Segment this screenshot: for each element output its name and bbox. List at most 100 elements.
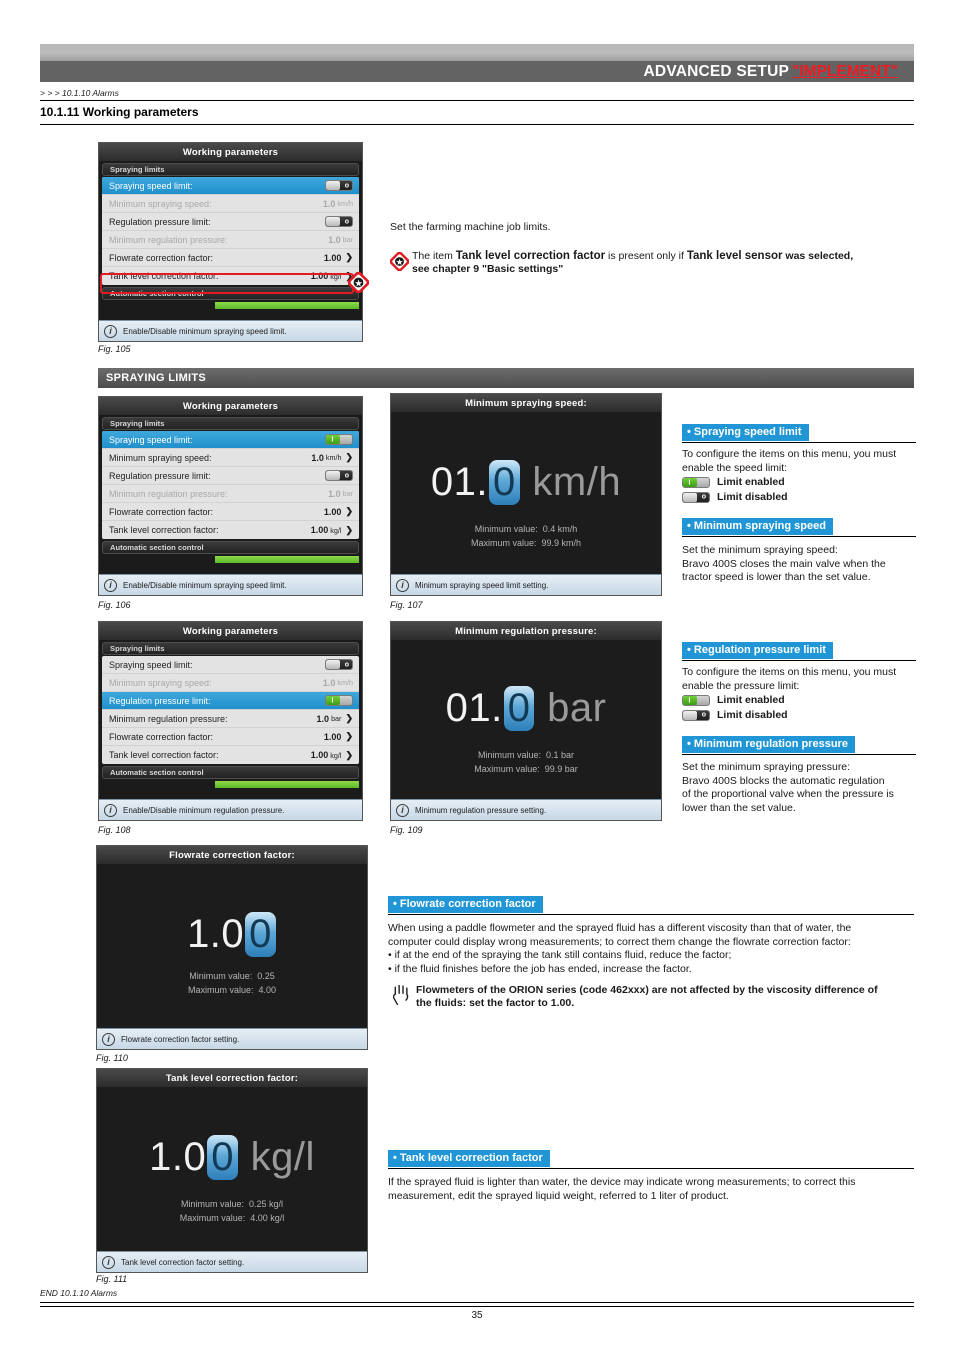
line-1: When using a paddle flowmeter and the sp… <box>388 922 852 934</box>
table-row[interactable]: Tank level correction factor: 1.00 kg/l … <box>102 267 359 285</box>
row-label: Minimum spraying speed: <box>109 198 212 209</box>
chevron-right-icon: ❯ <box>345 452 353 462</box>
value-prefix: 01. <box>445 686 503 730</box>
row-label: Regulation pressure limit: <box>109 216 211 227</box>
fig109-value[interactable]: 01. 0 bar <box>391 686 661 731</box>
table-row[interactable]: Spraying speed limit: I <box>102 431 359 449</box>
fig111-caption: Fig. 111 <box>96 1274 128 1284</box>
chevron-right-icon: ❯ <box>345 749 353 760</box>
edit-cursor[interactable]: 0 <box>245 912 276 957</box>
row-value: 1.0 <box>328 234 341 245</box>
table-row[interactable]: Flowrate correction factor: 1.00 ❯ <box>102 728 359 746</box>
status-badge: • Minimum regulation pressure <box>682 736 855 753</box>
line-1: Set the minimum spraying pressure: <box>682 761 851 773</box>
row-value: 1.0 <box>322 677 336 688</box>
end-note: END 10.1.10 Alarms <box>40 1288 118 1298</box>
fig109-caption: Fig. 109 <box>390 825 423 835</box>
row-unit: kg/l <box>330 525 342 535</box>
minimum-regulation-pressure-text: Set the minimum spraying pressure: Bravo… <box>682 761 924 815</box>
fig106-caption: Fig. 106 <box>98 600 131 610</box>
fig105-info-bar: i Enable/Disable minimum spraying speed … <box>99 320 362 341</box>
breadcrumb: > > > 10.1.10 Alarms <box>40 88 914 101</box>
row-label: Flowrate correction factor: <box>109 506 214 517</box>
toggle-off-icon[interactable]: o <box>325 470 353 481</box>
table-row[interactable]: Regulation pressure limit: I <box>102 692 359 710</box>
note-part-3: was selected, <box>782 250 854 262</box>
table-row[interactable]: Spraying speed limit: o <box>102 656 359 674</box>
page-title: 10.1.11 Working parameters <box>40 105 914 125</box>
fig106-row-list: Spraying speed limit: I Minimum spraying… <box>102 431 359 539</box>
min-value: 0.25 kg/l <box>249 1199 284 1209</box>
row-value: 1.00 <box>323 731 342 742</box>
edit-cursor[interactable]: 0 <box>207 1135 238 1180</box>
toggle-off-icon[interactable]: o <box>325 659 353 670</box>
table-row[interactable]: Minimum regulation pressure: 1.0 bar <box>102 231 359 249</box>
fig110-caption: Fig. 110 <box>96 1053 128 1063</box>
limit-enabled-label: Limit enabled <box>717 476 785 488</box>
line-2: Bravo 400S blocks the automatic regulati… <box>682 774 885 787</box>
fig107-info-bar: i Minimum spraying speed limit setting. <box>391 574 661 595</box>
table-row[interactable]: Minimum regulation pressure: 1.0 bar ❯ <box>102 710 359 728</box>
row-label: Spraying speed limit: <box>109 434 193 445</box>
toggle-on-icon[interactable]: I <box>325 695 353 706</box>
info-text: Flowrate correction factor setting. <box>121 1034 240 1044</box>
status-badge: • Regulation pressure limit <box>682 642 833 659</box>
fig105-partial-green-bar <box>102 302 359 309</box>
edit-cursor[interactable]: 0 <box>503 686 535 731</box>
row-label: Regulation pressure limit: <box>109 695 211 706</box>
table-row[interactable]: Regulation pressure limit: o <box>102 467 359 485</box>
fig107-value[interactable]: 01. 0 km/h <box>391 460 661 505</box>
fig110-value[interactable]: 1.0 0 <box>97 912 367 957</box>
spraying-speed-limit-text: To configure the items on this menu, you… <box>682 448 920 504</box>
line-2: enable the speed limit: <box>682 461 788 474</box>
table-row[interactable]: Tank level correction factor: 1.00 kg/l … <box>102 521 359 539</box>
row-value: 1.00 <box>323 506 342 517</box>
fig106-screen: Working parameters Spraying limits Spray… <box>98 396 363 596</box>
row-label: Tank level correction factor: <box>109 271 219 281</box>
table-row[interactable]: Minimum spraying speed: 1.0 km/h ❯ <box>102 449 359 467</box>
row-label: Flowrate correction factor: <box>109 252 214 263</box>
fig111-value[interactable]: 1.0 0 kg/l <box>97 1135 367 1180</box>
min-label: Minimum value: <box>189 971 253 981</box>
table-row[interactable]: Minimum spraying speed: 1.0 km/h <box>102 195 359 213</box>
fig108-caption: Fig. 108 <box>98 825 131 835</box>
line-3: • if at the end of the spraying the tank… <box>388 949 732 961</box>
fig111-screen: Tank level correction factor: 1.0 0 kg/l … <box>96 1068 368 1273</box>
max-value: 4.00 kg/l <box>250 1213 285 1223</box>
line-2: Bravo 400S closes the main valve when th… <box>682 557 886 570</box>
chevron-right-icon: ❯ <box>345 731 353 741</box>
min-value: 0.25 <box>257 971 275 981</box>
row-value: 1.00 <box>310 750 329 760</box>
table-row[interactable]: Spraying speed limit: o <box>102 177 359 195</box>
table-row[interactable]: Minimum spraying speed: 1.0 km/h <box>102 674 359 692</box>
row-unit: km/h <box>337 678 353 687</box>
table-row[interactable]: Flowrate correction factor: 1.00 ❯ <box>102 249 359 267</box>
row-unit: bar <box>342 235 353 244</box>
edit-cursor[interactable]: 0 <box>489 460 520 505</box>
annotation-regulation-pressure-limit: • Regulation pressure limit <box>682 640 916 661</box>
table-row[interactable]: Minimum regulation pressure: 1.0 bar <box>102 485 359 503</box>
table-row[interactable]: Regulation pressure limit: o <box>102 213 359 231</box>
row-label: Tank level correction factor: <box>109 525 219 535</box>
limit-disabled-label: Limit disabled <box>717 708 788 721</box>
info-icon: i <box>102 1255 115 1269</box>
line-1: Set the minimum spraying speed: <box>682 544 838 556</box>
row-value: 1.0 <box>328 488 341 499</box>
fig109-range: Minimum value: 0.1 bar Maximum value: 99… <box>391 748 661 776</box>
info-icon: i <box>104 578 117 592</box>
row-unit: km/h <box>337 199 353 208</box>
fig109-body: 01. 0 bar Minimum value: 0.1 bar Maximum … <box>391 640 661 799</box>
table-row[interactable]: Flowrate correction factor: 1.00 ❯ <box>102 503 359 521</box>
row-unit: kg/l <box>330 271 342 281</box>
toggle-off-icon[interactable]: o <box>325 216 353 227</box>
table-row[interactable]: Tank level correction factor: 1.00 kg/l … <box>102 746 359 764</box>
toggle-on-icon[interactable]: I <box>325 434 353 445</box>
toggle-off-icon[interactable]: o <box>325 180 353 191</box>
info-icon: i <box>396 803 409 817</box>
fig108-group-header: Spraying limits <box>102 642 359 655</box>
header-highlight: "IMPLEMENT" <box>792 62 898 80</box>
fig105-screen: Working parameters Spraying limits Spray… <box>98 142 363 342</box>
row-unit: km/h <box>325 453 342 462</box>
info-text: Tank level correction factor setting. <box>121 1257 245 1267</box>
toggle-off-icon: o <box>682 709 710 721</box>
